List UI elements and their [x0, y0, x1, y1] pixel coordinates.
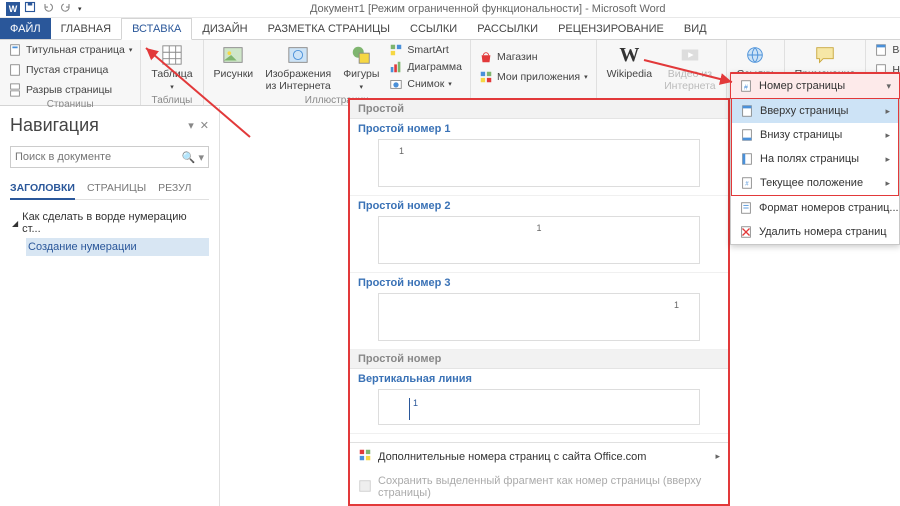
tab-insert[interactable]: ВСТАВКА	[121, 18, 192, 40]
tree-root[interactable]: ◢Как сделать в ворде нумерацию ст...	[10, 208, 209, 238]
tab-design[interactable]: ДИЗАЙН	[192, 18, 257, 39]
nav-tab-results[interactable]: РЕЗУЛ	[158, 178, 191, 199]
window-title: Документ1 [Режим ограниченной функционал…	[82, 3, 894, 15]
save-selection-icon	[358, 479, 372, 496]
gallery-item-3[interactable]: Простой номер 3 1	[350, 273, 728, 350]
gallery-item-2[interactable]: Простой номер 2 1	[350, 196, 728, 273]
nav-tab-pages[interactable]: СТРАНИЦЫ	[87, 178, 146, 199]
word-icon: W	[6, 2, 20, 16]
tree-child[interactable]: Создание нумерации	[26, 238, 209, 256]
search-input[interactable]	[15, 151, 182, 163]
tab-mailings[interactable]: РАССЫЛКИ	[467, 18, 548, 39]
screenshot-button[interactable]: Снимок▾	[387, 76, 464, 92]
search-icon[interactable]: 🔍 ▾	[182, 151, 204, 164]
my-apps-button[interactable]: Мои приложения▾	[477, 69, 590, 85]
gallery-item-4[interactable]: Вертикальная линия 1	[350, 369, 728, 434]
close-nav-icon[interactable]: ✕	[200, 119, 209, 132]
page-number-gallery: Простой Простой номер 1 1 Простой номер …	[348, 98, 730, 506]
menu-format-numbers[interactable]: Формат номеров страниц...	[731, 196, 899, 220]
tables-group-label: Таблицы	[147, 94, 196, 107]
menu-page-margins[interactable]: На полях страницы▸	[732, 147, 898, 171]
title-page-button[interactable]: Титульная страница▾	[6, 42, 134, 58]
tab-review[interactable]: РЕЦЕНЗИРОВАНИЕ	[548, 18, 674, 39]
save-icon[interactable]	[24, 1, 36, 16]
tab-view[interactable]: ВИД	[674, 18, 717, 39]
table-button[interactable]: Таблица ▾	[147, 42, 196, 94]
redo-icon[interactable]	[60, 1, 72, 16]
chevron-down-icon: ◢	[12, 219, 18, 228]
wikipedia-button[interactable]: WWikipedia	[603, 42, 657, 94]
headings-tree: ◢Как сделать в ворде нумерацию ст... Соз…	[10, 208, 209, 256]
gallery-section-simple-num: Простой номер	[350, 350, 728, 369]
nav-tabs: ЗАГОЛОВКИ СТРАНИЦЫ РЕЗУЛ	[10, 178, 209, 200]
smartart-button[interactable]: SmartArt	[387, 42, 464, 58]
menu-bottom-of-page[interactable]: Внизу страницы▸	[732, 123, 898, 147]
shapes-button[interactable]: Фигуры ▾	[339, 42, 383, 94]
pin-icon[interactable]: ▾	[188, 119, 194, 132]
tab-references[interactable]: ССЫЛКИ	[400, 18, 467, 39]
menu-remove-numbers[interactable]: Удалить номера страниц	[731, 220, 899, 244]
page-break-button[interactable]: Разрыв страницы	[6, 82, 134, 98]
gallery-section-simple: Простой	[350, 100, 728, 119]
gallery-save-selection: Сохранить выделенный фрагмент как номер …	[350, 470, 728, 504]
svg-text:#: #	[744, 85, 748, 92]
tab-file[interactable]: ФАЙЛ	[0, 18, 51, 39]
menu-current-position[interactable]: # Текущее положение▸	[732, 171, 898, 195]
ribbon-tabs: ФАЙЛ ГЛАВНАЯ ВСТАВКА ДИЗАЙН РАЗМЕТКА СТР…	[0, 18, 900, 40]
header-button[interactable]: Верхний колонтитул▾	[872, 42, 900, 58]
tab-home[interactable]: ГЛАВНАЯ	[51, 18, 121, 39]
chart-button[interactable]: Диаграмма	[387, 59, 464, 75]
store-button[interactable]: Магазин	[477, 49, 590, 65]
gallery-item-1[interactable]: Простой номер 1 1	[350, 119, 728, 196]
navigation-heading: Навигация ▾ ✕	[10, 115, 209, 136]
tab-layout[interactable]: РАЗМЕТКА СТРАНИЦЫ	[258, 18, 400, 39]
pictures-button[interactable]: Рисунки	[210, 42, 258, 94]
undo-icon[interactable]	[42, 1, 54, 16]
svg-text:#: #	[745, 181, 749, 188]
navigation-pane: Навигация ▾ ✕ 🔍 ▾ ЗАГОЛОВКИ СТРАНИЦЫ РЕЗ…	[0, 107, 220, 506]
nav-tab-headings[interactable]: ЗАГОЛОВКИ	[10, 178, 75, 200]
title-bar: W ▾ Документ1 [Режим ограниченной функци…	[0, 0, 900, 18]
page-number-menu: # Номер страницы▾ Вверху страницы▸ Внизу…	[730, 72, 900, 245]
menu-top-of-page[interactable]: Вверху страницы▸	[732, 99, 898, 123]
online-video-button[interactable]: Видео из Интернета	[660, 42, 720, 94]
menu-title[interactable]: # Номер страницы▾	[730, 73, 900, 99]
search-box[interactable]: 🔍 ▾	[10, 146, 209, 168]
office-icon	[358, 448, 372, 465]
online-pictures-button[interactable]: Изображения из Интернета	[261, 42, 335, 94]
gallery-more-office[interactable]: Дополнительные номера страниц с сайта Of…	[350, 443, 728, 470]
blank-page-button[interactable]: Пустая страница	[6, 62, 134, 78]
